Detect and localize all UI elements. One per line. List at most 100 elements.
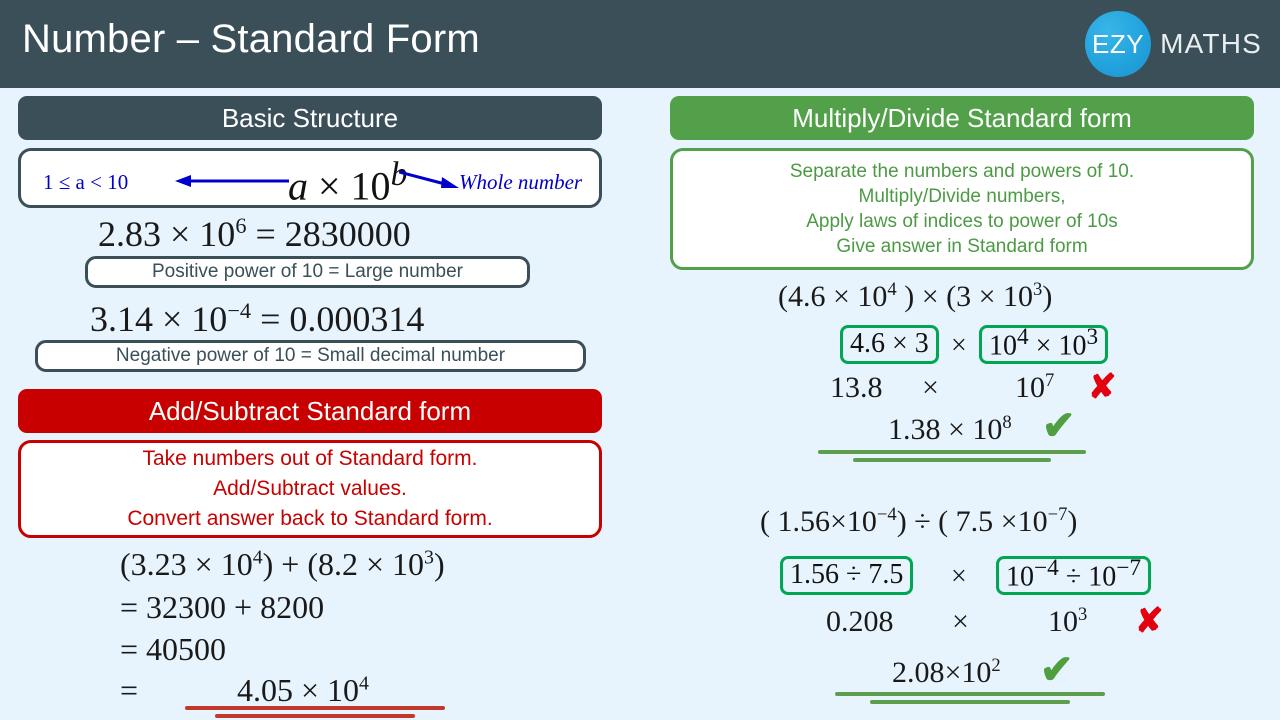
negative-example-mantissa: 3.14 × 10 bbox=[90, 299, 227, 339]
divide-power-b-exp: −7 bbox=[1116, 555, 1141, 581]
logo-circle-icon: EZY bbox=[1085, 11, 1151, 77]
add-line1-exp-a: 4 bbox=[253, 546, 263, 568]
add-working-line-1: (3.23 × 104) + (8.2 × 103) bbox=[120, 546, 445, 583]
multiply-divide-heading-label: Multiply/Divide Standard form bbox=[792, 103, 1132, 134]
positive-power-example: 2.83 × 106 = 2830000 bbox=[98, 213, 411, 255]
add-working-line-3: = 40500 bbox=[120, 631, 226, 668]
add-subtract-heading-label: Add/Subtract Standard form bbox=[149, 396, 471, 427]
cross-icon: ✘ bbox=[1088, 370, 1117, 404]
divide-correct-answer: 2.08×102 bbox=[892, 656, 1001, 690]
page-title: Number – Standard Form bbox=[22, 17, 480, 62]
divide-power-b: ÷ 10 bbox=[1059, 562, 1116, 593]
multiply-q-exp-a: 4 bbox=[887, 279, 896, 300]
slide-root: Number – Standard Form EZY MATHS Basic S… bbox=[0, 0, 1280, 720]
add-subtract-step: Convert answer back to Standard form. bbox=[127, 504, 492, 534]
multiply-wrong-power: 107 bbox=[1015, 371, 1054, 405]
multiply-wrong-times: × bbox=[922, 371, 939, 405]
divide-wrong-number: 0.208 bbox=[826, 605, 894, 639]
multiply-divide-step: Apply laws of indices to power of 10s bbox=[806, 209, 1118, 234]
multiply-numbers-text: 4.6 × 3 bbox=[850, 328, 929, 360]
divide-powers-text: 10−4 ÷ 10−7 bbox=[1006, 555, 1141, 593]
positive-example-value: = 2830000 bbox=[246, 214, 410, 254]
add-line1-part-c: ) bbox=[434, 546, 445, 582]
multiply-divide-step: Separate the numbers and powers of 10. bbox=[790, 159, 1134, 184]
logo-mark-text: EZY bbox=[1092, 29, 1144, 60]
divide-q-part-c: ) bbox=[1067, 505, 1077, 538]
multiply-divide-heading: Multiply/Divide Standard form bbox=[670, 96, 1254, 140]
multiply-q-part-c: ) bbox=[1042, 280, 1052, 313]
multiply-answer-underline-inner bbox=[853, 458, 1051, 462]
multiply-divide-step: Give answer in Standard form bbox=[836, 234, 1087, 259]
add-answer-exponent: 4 bbox=[359, 672, 369, 694]
add-answer-underline-inner bbox=[215, 714, 415, 718]
positive-example-exponent: 6 bbox=[235, 213, 246, 238]
multiply-q-part-b: ) × (3 × 10 bbox=[897, 280, 1033, 313]
add-working-answer: 4.05 × 104 bbox=[237, 672, 369, 709]
add-answer-mantissa: 4.05 × 10 bbox=[237, 672, 359, 708]
add-working-line-4-equals: = bbox=[120, 672, 138, 709]
multiply-power-a-exp: 4 bbox=[1017, 324, 1029, 350]
negative-power-caption-label: Negative power of 10 = Small decimal num… bbox=[116, 345, 505, 367]
divide-power-a-exp: −4 bbox=[1034, 555, 1059, 581]
divide-numbers-box: 1.56 ÷ 7.5 bbox=[780, 556, 913, 595]
add-line1-part-a: (3.23 × 10 bbox=[120, 546, 253, 582]
mantissa-condition: 1 ≤ a < 10 bbox=[43, 170, 128, 195]
divide-wrong-power-exp: 3 bbox=[1078, 604, 1087, 625]
negative-power-caption: Negative power of 10 = Small decimal num… bbox=[35, 340, 586, 372]
add-subtract-steps-box: Take numbers out of Standard form. Add/S… bbox=[18, 440, 602, 538]
positive-example-mantissa: 2.83 × 10 bbox=[98, 214, 235, 254]
multiply-powers-box: 104 × 103 bbox=[979, 325, 1108, 364]
slide-header: Number – Standard Form EZY MATHS bbox=[0, 0, 1280, 88]
cross-icon: ✘ bbox=[1135, 604, 1164, 638]
multiply-q-exp-b: 3 bbox=[1033, 279, 1042, 300]
divide-q-part-b: ) ÷ ( 7.5 ×10 bbox=[897, 505, 1048, 538]
exponent-annotation: Whole number bbox=[459, 170, 582, 195]
divide-q-exp-a: −4 bbox=[877, 504, 897, 525]
right-arrow-icon bbox=[399, 169, 461, 191]
divide-q-part-a: ( 1.56×10 bbox=[760, 505, 877, 538]
divide-q-exp-b: −7 bbox=[1048, 504, 1068, 525]
divide-wrong-times: × bbox=[952, 605, 969, 639]
add-working-line-2: = 32300 + 8200 bbox=[120, 589, 324, 626]
times-power-text: × 10 bbox=[308, 163, 391, 208]
multiply-q-part-a: (4.6 × 10 bbox=[778, 280, 887, 313]
tick-icon: ✔ bbox=[1040, 650, 1074, 690]
add-subtract-step: Take numbers out of Standard form. bbox=[142, 444, 477, 474]
divide-answer-underline-outer bbox=[835, 692, 1105, 696]
divide-power-a: 10 bbox=[1006, 562, 1034, 593]
left-arrow-icon bbox=[171, 173, 289, 189]
add-line1-exp-b: 3 bbox=[424, 546, 434, 568]
positive-power-caption: Positive power of 10 = Large number bbox=[85, 256, 530, 288]
multiply-wrong-power-exp: 7 bbox=[1045, 370, 1054, 391]
multiply-divide-step: Multiply/Divide numbers, bbox=[859, 184, 1066, 209]
divide-wrong-power-base: 10 bbox=[1048, 605, 1078, 638]
divide-question-line: ( 1.56×10−4) ÷ ( 7.5 ×10−7) bbox=[760, 505, 1077, 539]
add-subtract-step: Add/Subtract values. bbox=[213, 474, 407, 504]
structure-formula-row: 1 ≤ a < 10 a × 10b Whole number bbox=[21, 151, 599, 205]
standard-form-expression: a × 10b bbox=[288, 156, 407, 209]
add-line1-part-b: ) + (8.2 × 10 bbox=[263, 546, 424, 582]
negative-example-exponent: −4 bbox=[227, 298, 251, 323]
multiply-question-line: (4.6 × 104 ) × (3 × 103) bbox=[778, 280, 1052, 314]
multiply-power-b: × 10 bbox=[1029, 331, 1087, 362]
multiply-powers-text: 104 × 103 bbox=[989, 324, 1098, 362]
mantissa-symbol: a bbox=[288, 163, 308, 208]
multiply-correct-answer: 1.38 × 108 bbox=[888, 413, 1012, 447]
divide-numbers-text: 1.56 ÷ 7.5 bbox=[790, 559, 903, 591]
multiply-wrong-number: 13.8 bbox=[830, 371, 883, 405]
positive-power-caption-label: Positive power of 10 = Large number bbox=[152, 261, 463, 283]
negative-power-example: 3.14 × 10−4 = 0.000314 bbox=[90, 298, 424, 340]
divide-answer-underline-inner bbox=[870, 700, 1070, 704]
negative-example-value: = 0.000314 bbox=[251, 299, 424, 339]
divide-answer-exponent: 2 bbox=[991, 655, 1000, 676]
add-answer-underline-outer bbox=[185, 706, 445, 710]
multiply-answer-underline-outer bbox=[818, 450, 1086, 454]
divide-powers-box: 10−4 ÷ 10−7 bbox=[996, 556, 1151, 595]
multiply-power-a: 10 bbox=[989, 331, 1017, 362]
structure-formula-box: 1 ≤ a < 10 a × 10b Whole number bbox=[18, 148, 602, 208]
basic-structure-heading: Basic Structure bbox=[18, 96, 602, 140]
multiply-between-boxes-symbol: × bbox=[951, 330, 967, 362]
multiply-answer-exponent: 8 bbox=[1002, 412, 1011, 433]
divide-between-boxes-symbol: × bbox=[951, 561, 967, 593]
tick-icon: ✔ bbox=[1042, 406, 1076, 446]
